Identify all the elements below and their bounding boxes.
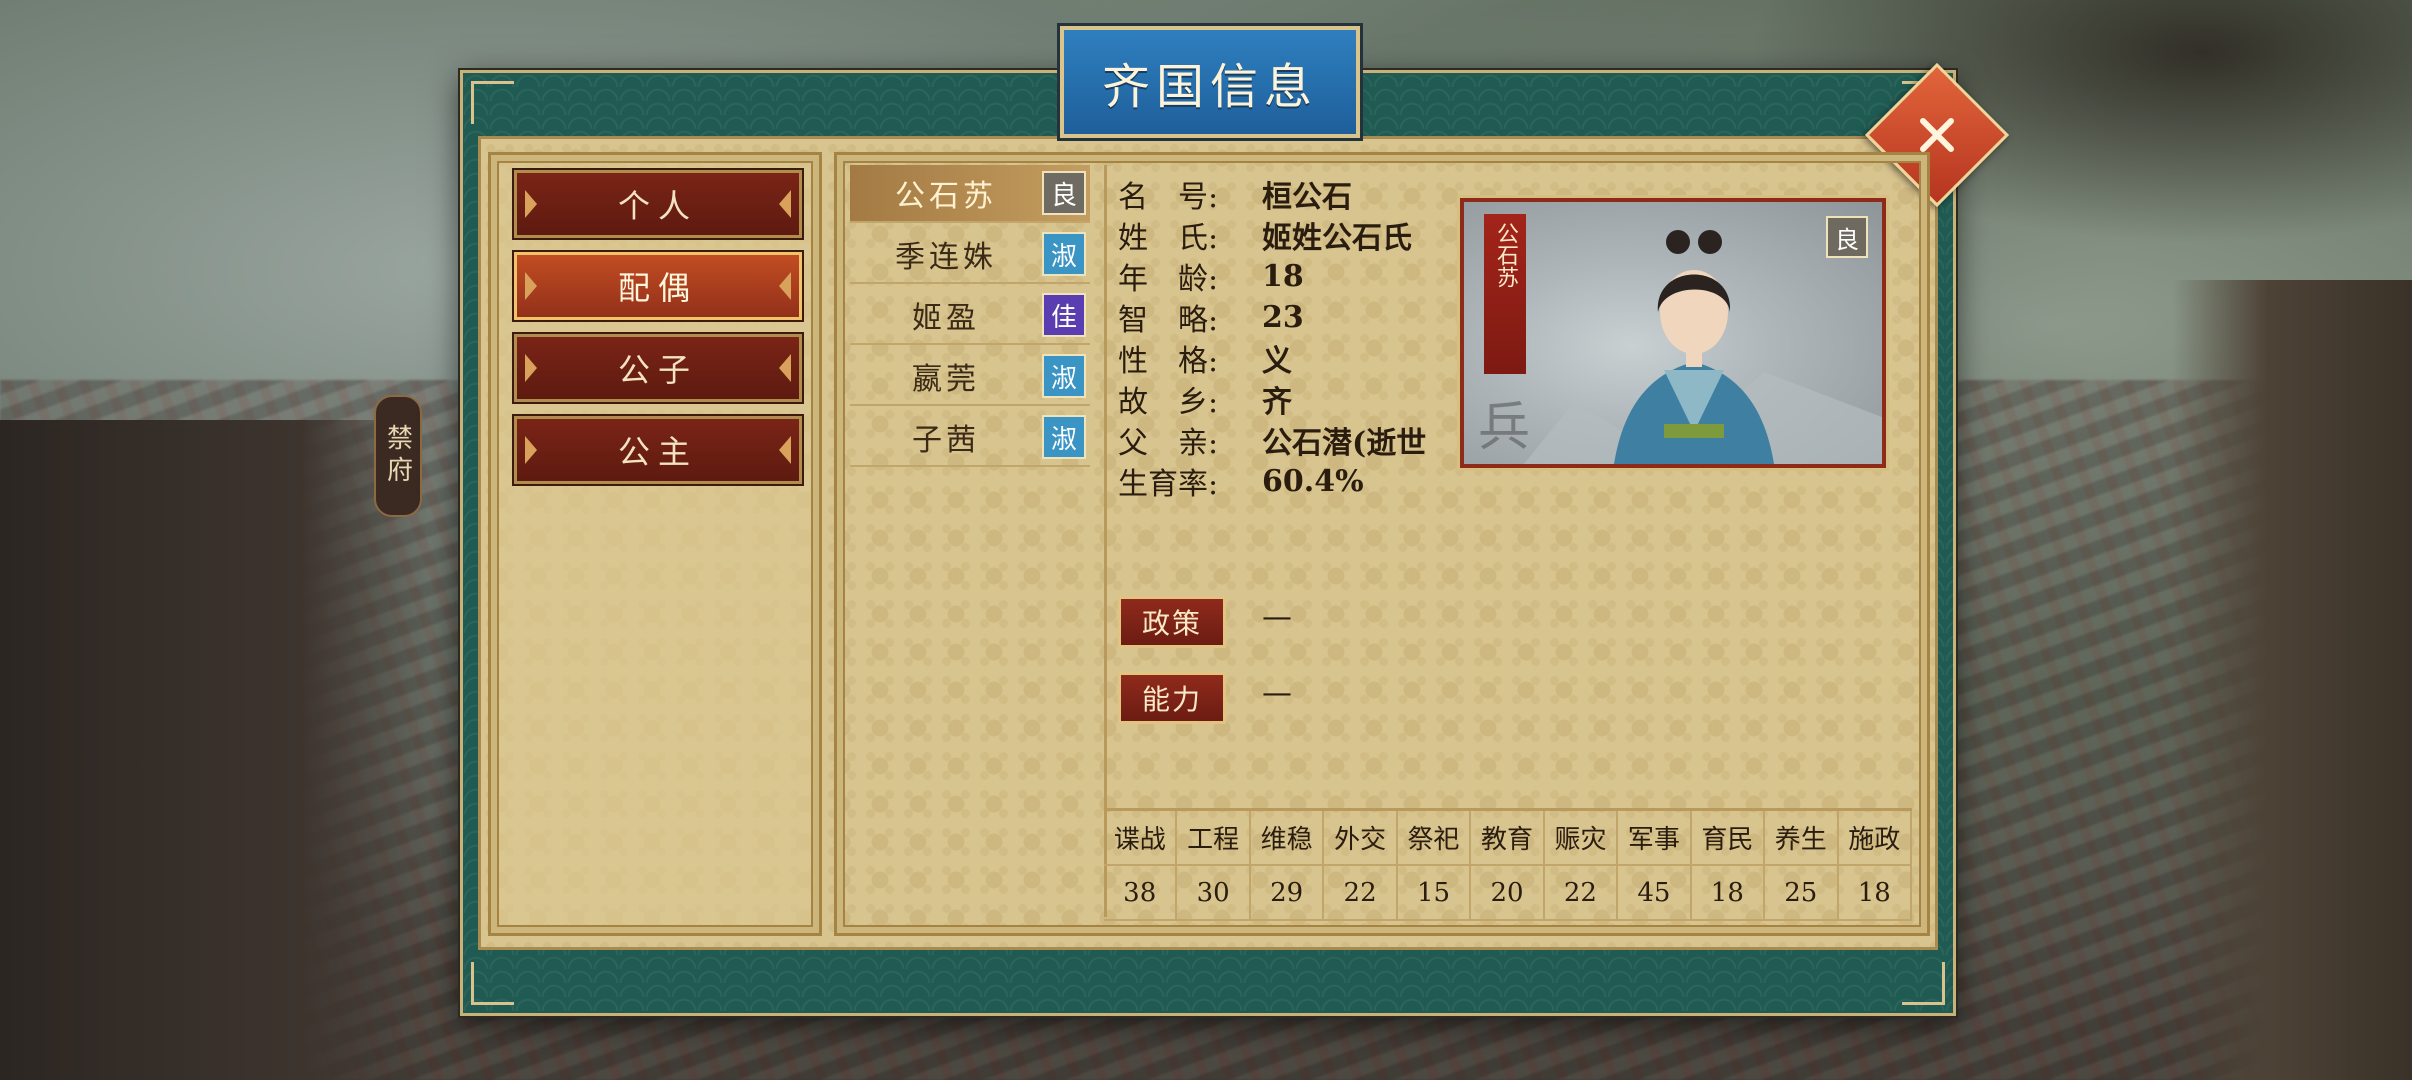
stat-value: 20 xyxy=(1471,866,1545,921)
policy-button[interactable]: 政策 xyxy=(1118,596,1226,648)
stat-header: 维稳 xyxy=(1250,811,1325,866)
stat-value: 18 xyxy=(1691,866,1766,921)
stat-header: 施政 xyxy=(1838,811,1912,866)
spouse-list-item[interactable]: 公石苏 良 xyxy=(850,165,1090,223)
ability-value: — xyxy=(1262,676,1292,711)
info-row: 名 号: 桓公石 xyxy=(1118,174,1352,215)
stat-value: 15 xyxy=(1397,866,1472,921)
menu-button[interactable]: 个人 xyxy=(514,170,802,238)
info-value: 姬姓公石氏 xyxy=(1262,221,1412,256)
info-value: 齐 xyxy=(1262,385,1292,420)
menu-button[interactable]: 配偶 xyxy=(514,252,802,320)
info-label: 父 亲: xyxy=(1118,426,1219,461)
window-title-plate: 齐国信息 xyxy=(1060,26,1360,138)
stat-header: 谍战 xyxy=(1104,811,1178,866)
side-tab-forbidden-palace[interactable]: 禁府 xyxy=(374,395,422,517)
info-value: 18 xyxy=(1262,258,1304,294)
spouse-name: 季连姝 xyxy=(895,240,997,275)
stat-value: 22 xyxy=(1324,866,1398,921)
spouse-name: 公石苏 xyxy=(895,179,997,214)
character-figure-icon xyxy=(1524,230,1882,464)
stats-table: 谍战 工程 维稳 外交 祭祀 教育 赈灾 军事 育民 养生 施政 38 30 29 22 15 20 22 45 18… xyxy=(1104,808,1912,921)
info-value: 60.4% xyxy=(1262,463,1364,499)
spouse-list-item[interactable]: 姬盈 佳 xyxy=(850,287,1090,345)
info-label: 生育率: xyxy=(1118,467,1219,502)
stat-header: 外交 xyxy=(1324,811,1398,866)
info-label: 名 号: xyxy=(1118,180,1219,215)
spouse-list-item[interactable]: 嬴莞 淑 xyxy=(850,348,1090,406)
stat-header: 工程 xyxy=(1177,811,1251,866)
stat-header: 教育 xyxy=(1471,811,1545,866)
stat-value: 29 xyxy=(1250,866,1325,921)
window-title: 齐国信息 xyxy=(1101,59,1318,115)
spouse-portrait: 公石苏 良 兵 xyxy=(1460,198,1886,468)
stat-value: 22 xyxy=(1544,866,1619,921)
stat-header: 养生 xyxy=(1765,811,1839,866)
info-label: 智 略: xyxy=(1118,303,1219,338)
stat-header: 祭祀 xyxy=(1397,811,1472,866)
info-label: 年 龄: xyxy=(1118,262,1219,297)
spouse-rank-badge: 淑 xyxy=(1042,415,1086,459)
stat-value: 45 xyxy=(1618,866,1692,921)
info-row: 性 格: 义 xyxy=(1118,338,1292,379)
info-value: 义 xyxy=(1262,344,1292,379)
menu-button[interactable]: 公主 xyxy=(514,416,802,484)
spouse-name: 子茜 xyxy=(912,423,980,458)
stat-value: 25 xyxy=(1765,866,1839,921)
info-value: 桓公石 xyxy=(1262,180,1352,215)
info-value: 公石潜(逝世 xyxy=(1262,426,1427,461)
spouse-name: 姬盈 xyxy=(912,301,980,336)
info-label: 故 乡: xyxy=(1118,385,1219,420)
info-row: 故 乡: 齐 xyxy=(1118,379,1292,420)
stat-header: 育民 xyxy=(1691,811,1766,866)
info-label: 姓 氏: xyxy=(1118,221,1219,256)
spouse-list-item[interactable]: 季连姝 淑 xyxy=(850,226,1090,284)
info-value: 23 xyxy=(1262,299,1304,335)
list-divider xyxy=(1104,165,1107,917)
info-row: 父 亲: 公石潜(逝世 xyxy=(1118,420,1427,461)
spouse-name: 嬴莞 xyxy=(912,362,980,397)
ability-button[interactable]: 能力 xyxy=(1118,672,1226,724)
stat-value: 30 xyxy=(1177,866,1251,921)
spouse-rank-badge: 淑 xyxy=(1042,354,1086,398)
background-wall xyxy=(0,420,430,1080)
stat-value: 18 xyxy=(1838,866,1912,921)
info-label: 性 格: xyxy=(1118,344,1219,379)
frame-corner xyxy=(471,81,514,124)
stat-header: 赈灾 xyxy=(1544,811,1619,866)
menu-button[interactable]: 公子 xyxy=(514,334,802,402)
info-row: 年 龄: 18 xyxy=(1118,256,1304,298)
info-row: 生育率: 60.4% xyxy=(1118,461,1364,503)
policy-value: — xyxy=(1262,600,1292,635)
info-row: 姓 氏: 姬姓公石氏 xyxy=(1118,215,1412,256)
background-cliff xyxy=(2172,280,2412,1080)
frame-corner xyxy=(1902,962,1945,1005)
spouse-rank-badge: 佳 xyxy=(1042,293,1086,337)
spouse-rank-badge: 良 xyxy=(1042,171,1086,215)
info-row: 智 略: 23 xyxy=(1118,297,1304,339)
spouse-list-item[interactable]: 子茜 淑 xyxy=(850,409,1090,467)
stat-value: 38 xyxy=(1104,866,1178,921)
stat-header: 军事 xyxy=(1618,811,1692,866)
frame-corner xyxy=(471,962,514,1005)
spouse-rank-badge: 淑 xyxy=(1042,232,1086,276)
